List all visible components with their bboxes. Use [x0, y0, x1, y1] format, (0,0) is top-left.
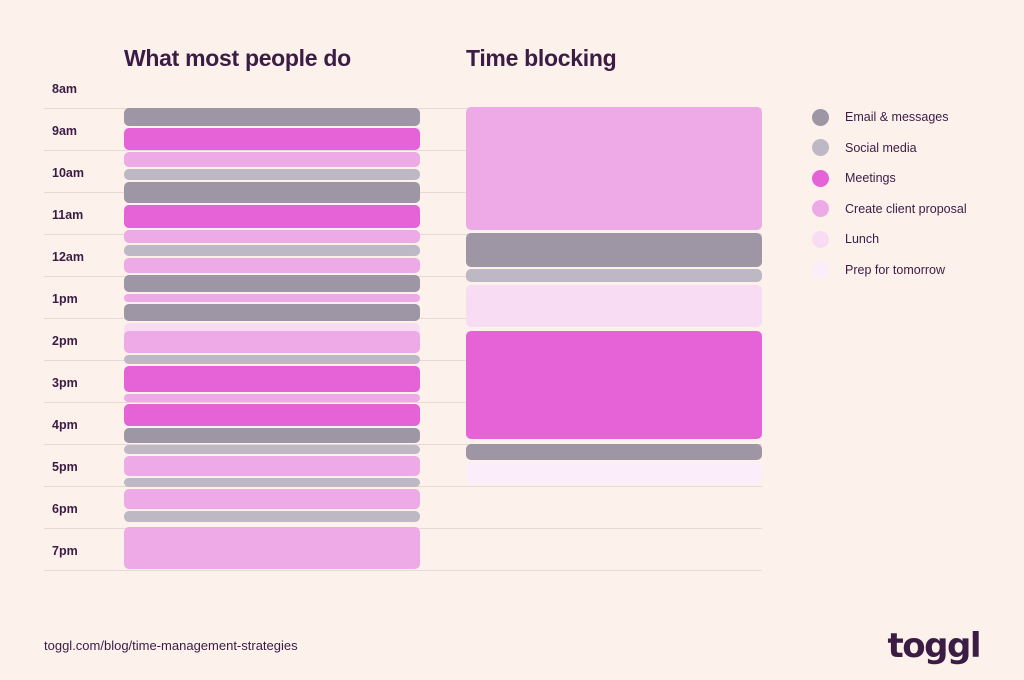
schedule-block[interactable]: [124, 304, 420, 321]
hour-label: 9am: [52, 124, 78, 138]
schedule-block[interactable]: [124, 478, 420, 487]
schedule-block[interactable]: [124, 445, 420, 454]
schedule-block[interactable]: [124, 169, 420, 180]
legend-item[interactable]: Lunch: [812, 224, 1012, 255]
legend: Email & messages Social media Meetings Crea…: [812, 102, 1012, 285]
legend-swatch-icon: [812, 108, 829, 126]
hour-label: 8am: [52, 82, 78, 96]
schedule-block[interactable]: [124, 527, 420, 569]
footer-url[interactable]: toggl.com/blog/time-management-strategie…: [44, 638, 298, 653]
column-title-left: What most people do: [124, 45, 351, 71]
hour-label: 4pm: [52, 418, 78, 432]
schedule-block[interactable]: [466, 285, 762, 327]
hour-label: 1pm: [52, 292, 78, 306]
schedule-block[interactable]: [124, 428, 420, 443]
schedule-block[interactable]: [466, 444, 762, 460]
toggl-logo: toggl: [887, 626, 982, 666]
legend-swatch-icon: [812, 261, 829, 279]
schedule-block[interactable]: [124, 404, 420, 426]
legend-item[interactable]: Social media: [812, 133, 1012, 164]
schedule-block[interactable]: [124, 258, 420, 273]
legend-swatch-icon: [812, 230, 829, 248]
schedule-block[interactable]: [124, 294, 420, 302]
schedule-block[interactable]: [124, 489, 420, 509]
schedule-block[interactable]: [466, 269, 762, 282]
legend-item-label: Lunch: [845, 232, 880, 247]
schedule-block[interactable]: [124, 182, 420, 203]
legend-item-label: Email & messages: [845, 110, 949, 125]
schedule-block[interactable]: [124, 275, 420, 292]
hour-label: 7pm: [52, 544, 78, 558]
hour-label: 10am: [52, 166, 84, 180]
schedule-block[interactable]: [124, 355, 420, 364]
infographic-canvas: What most people do Time blocking 8am 9am…: [0, 0, 1024, 680]
schedule-block[interactable]: [124, 108, 420, 126]
hour-label: 11am: [52, 208, 84, 222]
hour-label: 12am: [52, 250, 84, 264]
legend-item-label: Social media: [845, 140, 917, 155]
schedule-block[interactable]: [466, 107, 762, 230]
schedule-block[interactable]: [124, 205, 420, 228]
legend-item-label: Create client proposal: [845, 201, 967, 216]
legend-item[interactable]: Email & messages: [812, 102, 1012, 133]
hour-label: 2pm: [52, 334, 78, 348]
schedule-block[interactable]: [124, 511, 420, 522]
legend-swatch-icon: [812, 200, 829, 218]
schedule-block[interactable]: [466, 462, 762, 484]
legend-item[interactable]: Create client proposal: [812, 194, 1012, 225]
schedule-block[interactable]: [124, 128, 420, 150]
schedule-block[interactable]: [124, 366, 420, 392]
hour-label: 6pm: [52, 502, 78, 516]
hour-label: 5pm: [52, 460, 78, 474]
legend-item[interactable]: Meetings: [812, 163, 1012, 194]
column-title-right: Time blocking: [466, 45, 617, 71]
gridline: [44, 570, 762, 571]
legend-item-label: Prep for tomorrow: [845, 262, 946, 277]
legend-item[interactable]: Prep for tomorrow: [812, 255, 1012, 286]
schedule-block[interactable]: [124, 245, 420, 256]
schedule-block[interactable]: [466, 331, 762, 439]
schedule-block[interactable]: [124, 230, 420, 243]
legend-swatch-icon: [812, 139, 829, 157]
legend-swatch-icon: [812, 169, 829, 187]
schedule-block[interactable]: [124, 394, 420, 402]
schedule-block[interactable]: [124, 456, 420, 476]
schedule-block[interactable]: [124, 331, 420, 353]
hour-label: 3pm: [52, 376, 78, 390]
schedule-block[interactable]: [124, 152, 420, 167]
legend-item-label: Meetings: [845, 171, 896, 186]
schedule-block[interactable]: [466, 233, 762, 267]
